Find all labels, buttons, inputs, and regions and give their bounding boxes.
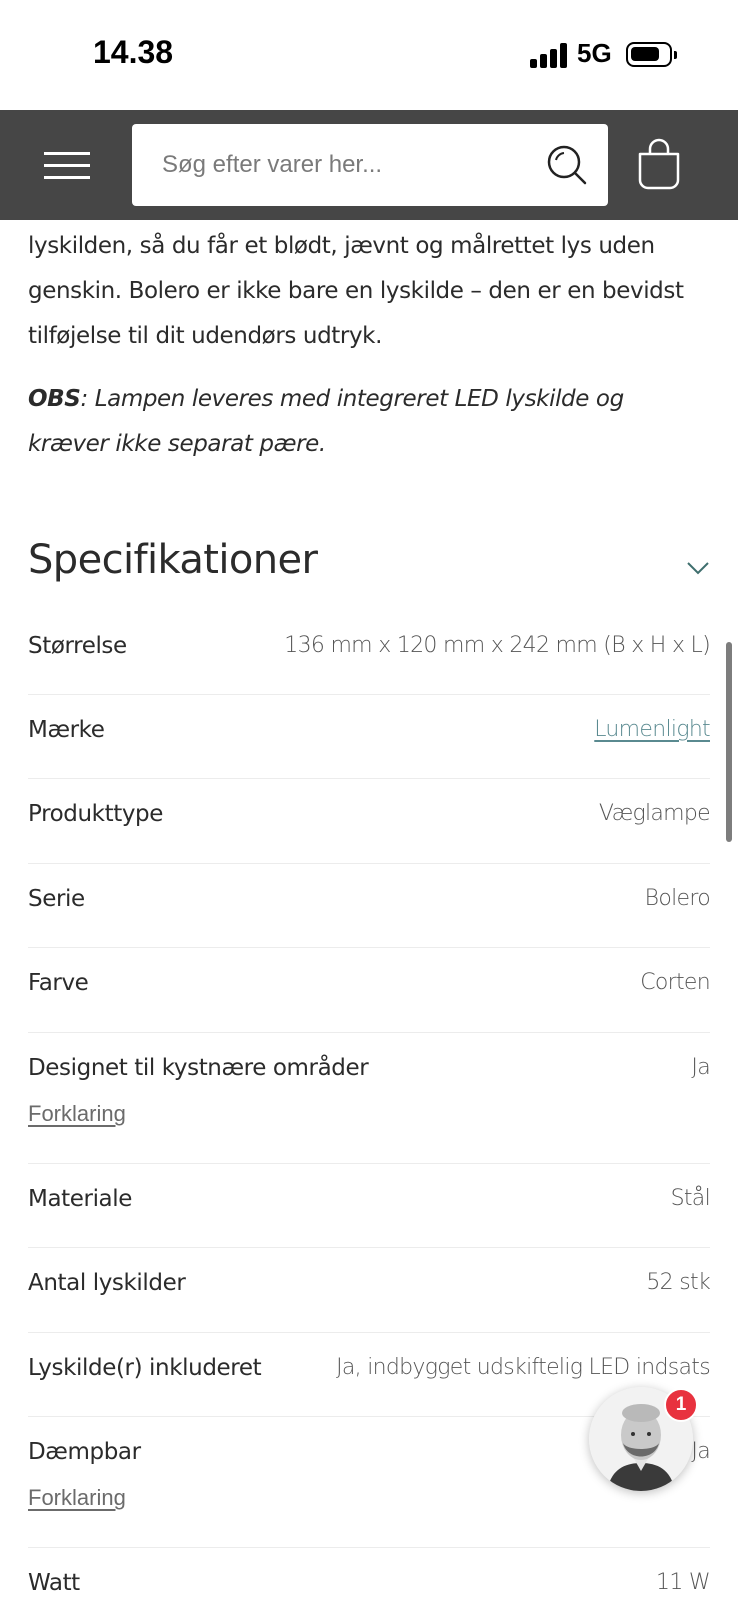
search-input[interactable] [162,124,522,206]
search-icon[interactable] [546,144,588,186]
spec-row-color: Farve Corten [28,948,711,1033]
spec-row-watt: Watt 11 W [28,1548,711,1600]
spec-row-light-count: Antal lyskilder 52 stk [28,1248,711,1333]
spec-value: Corten [640,970,710,995]
signal-icon [530,42,568,68]
spec-row-brand: Mærke Lumenlight [28,695,711,779]
spec-label: Produkttype [28,801,163,827]
spec-row-product-type: Produkttype Væglampe [28,779,711,864]
spec-value: Stål [670,1186,711,1211]
spec-label: Antal lyskilder [28,1270,186,1296]
notification-badge: 1 [664,1388,698,1422]
site-header [0,110,738,220]
spec-value: Ja, indbygget udskiftelig LED indsats [336,1355,711,1380]
spec-value: 52 stk [646,1270,710,1295]
forklaring-link[interactable]: Forklaring [28,1485,126,1511]
shopping-bag-icon[interactable] [636,138,682,190]
status-bar: 14.38 5G [0,0,738,110]
spec-value: Ja [691,1055,710,1080]
description-line: genskin. Bolero er ikke bare en lyskilde… [28,278,684,304]
spec-value: 136 mm x 120 mm x 242 mm (B x H x L) [284,633,710,658]
obs-note: OBS: Lampen leveres med integreret LED l… [28,377,718,467]
search-box [132,124,608,206]
obs-text: : Lampen leveres med integreret LED lysk… [80,386,624,412]
obs-text: kræver ikke separat pære. [28,431,326,457]
obs-label: OBS [28,386,81,412]
description-line: lyskilden, så du får et blødt, jævnt og … [28,233,655,259]
spec-label: Dæmpbar [28,1439,141,1465]
network-label: 5G [577,38,612,68]
forklaring-link[interactable]: Forklaring [28,1101,126,1127]
spec-row-series: Serie Bolero [28,864,711,948]
spec-value: Væglampe [598,801,711,826]
spec-row-size: Størrelse 136 mm x 120 mm x 242 mm (B x … [28,611,711,695]
spec-row-coastal: Designet til kystnære områder Ja Forklar… [28,1033,711,1164]
product-description: lyskilden, så du får et blødt, jævnt og … [28,224,718,359]
scrollbar[interactable] [726,642,732,842]
brand-link[interactable]: Lumenlight [594,717,710,742]
chevron-down-icon[interactable] [686,560,710,576]
status-time: 14.38 [93,34,174,70]
spec-label: Designet til kystnære områder [28,1055,369,1081]
spec-label: Materiale [28,1186,132,1212]
spec-label: Lyskilde(r) inkluderet [28,1355,262,1381]
menu-icon[interactable] [44,152,90,179]
spec-label: Mærke [28,717,105,743]
spec-value: Ja [691,1439,710,1464]
description-line: tilføjelse til dit udendørs udtryk. [28,323,382,349]
spec-label: Serie [28,886,85,912]
spec-label: Størrelse [28,633,127,659]
spec-value: 11 W [656,1570,711,1595]
spec-label: Watt [28,1570,80,1596]
spec-label: Farve [28,970,89,996]
specifications-heading: Specifikationer [28,537,318,583]
spec-value: Bolero [644,886,711,911]
spec-row-material: Materiale Stål [28,1164,711,1248]
battery-icon [626,42,677,67]
